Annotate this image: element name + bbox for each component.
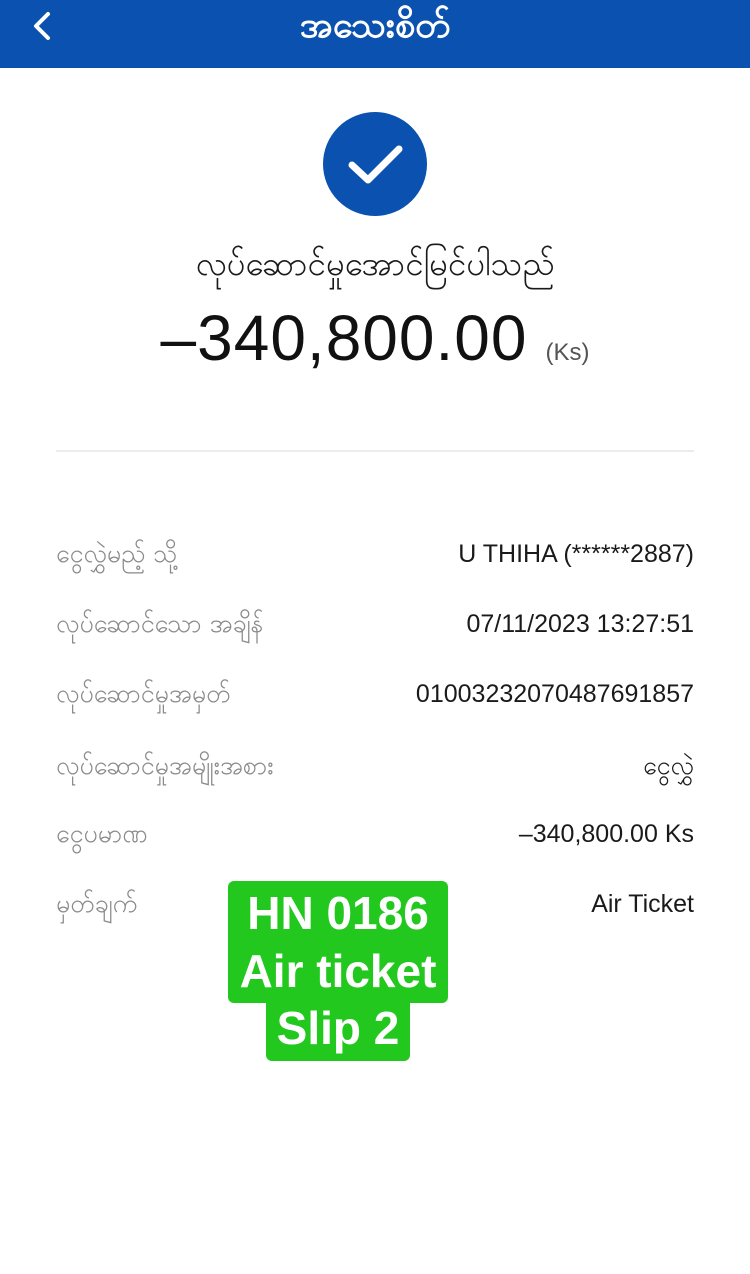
page-title: အသေးစိတ် [299, 5, 451, 46]
amount-display: –340,800.00 (Ks) [0, 300, 750, 376]
success-badge [323, 112, 427, 216]
detail-value: ငွေလွှဲ [643, 752, 694, 780]
divider [56, 450, 694, 452]
detail-label: ငွေပမာဏ [56, 819, 148, 848]
detail-label: လုပ်ဆောင်သော အချိန် [56, 609, 264, 638]
detail-row-type: လုပ်ဆောင်မှုအမျိုးအစား ငွေလွှဲ [56, 744, 694, 788]
detail-value: U THIHA (******2887) [458, 540, 694, 568]
detail-label: ငွေလွှဲမည့် သို့ [56, 539, 178, 568]
detail-label: မှတ်ချက် [56, 889, 138, 918]
detail-row-time: လုပ်ဆောင်သော အချိန် 07/11/2023 13:27:51 [56, 602, 694, 646]
sticker-line: Slip 2 [266, 999, 410, 1061]
status-message: လုပ်ဆောင်မှုအောင်မြင်ပါသည် [195, 244, 555, 283]
amount-unit: (Ks) [545, 339, 590, 366]
detail-value: –340,800.00 Ks [518, 820, 694, 848]
sticker-line: HN 0186 [228, 881, 448, 945]
detail-label: လုပ်ဆောင်မှုအမျိုးအစား [56, 751, 274, 780]
detail-value: 07/11/2023 13:27:51 [466, 610, 694, 638]
detail-row-amount: ငွေပမာဏ –340,800.00 Ks [56, 812, 694, 856]
detail-row-recipient: ငွေလွှဲမည့် သို့ U THIHA (******2887) [56, 532, 694, 576]
detail-value: Air Ticket [591, 890, 694, 918]
checkmark-icon [348, 145, 403, 184]
top-app-bar: အသေးစိတ် [0, 0, 750, 68]
detail-row-transaction-id: လုပ်ဆောင်မှုအမှတ် 01003232070487691857 [56, 672, 694, 716]
sticker-line: Air ticket [228, 941, 448, 1003]
detail-label: လုပ်ဆောင်မှုအမှတ် [56, 679, 231, 708]
amount-value: –340,800.00 [160, 302, 528, 374]
detail-value: 01003232070487691857 [415, 680, 694, 708]
